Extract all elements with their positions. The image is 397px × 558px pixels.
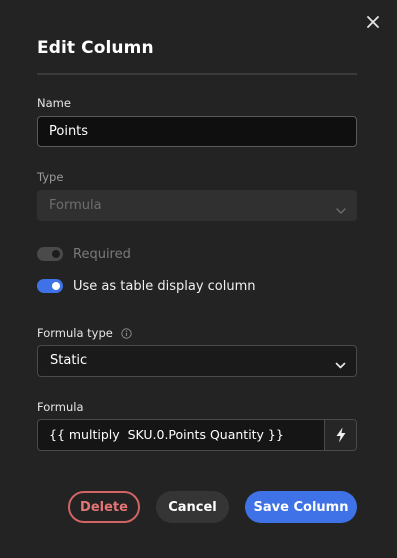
toggle-knob — [52, 250, 60, 258]
formula-type-label: Formula type — [37, 326, 113, 340]
type-select: Formula — [37, 190, 357, 221]
toggle-knob — [52, 282, 60, 290]
edit-column-dialog: Edit Column Name Type Formula Required U… — [0, 0, 397, 558]
formula-type-value: Static — [50, 353, 88, 368]
title-divider — [37, 73, 357, 75]
name-label: Name — [37, 96, 71, 110]
formula-type-label-row: Formula type — [37, 326, 132, 340]
required-toggle-label: Required — [73, 246, 131, 262]
chevron-down-icon — [335, 199, 347, 228]
type-label: Type — [37, 170, 64, 184]
required-toggle-row: Required — [37, 245, 131, 263]
formula-type-select[interactable]: Static — [37, 345, 357, 377]
info-icon[interactable] — [121, 327, 132, 339]
type-select-value: Formula — [49, 198, 102, 213]
cancel-button[interactable]: Cancel — [156, 491, 229, 523]
formula-label: Formula — [37, 400, 84, 414]
close-icon[interactable] — [364, 13, 382, 31]
name-input[interactable] — [37, 116, 357, 147]
display-column-toggle[interactable] — [37, 279, 63, 293]
display-column-toggle-label: Use as table display column — [73, 278, 256, 294]
chevron-down-icon — [334, 354, 347, 384]
save-column-button[interactable]: Save Column — [245, 491, 357, 523]
lightning-icon[interactable] — [324, 420, 356, 450]
formula-input[interactable]: {{ multiply SKU.0.Points Quantity }} — [38, 420, 324, 450]
delete-button[interactable]: Delete — [68, 491, 140, 523]
formula-field: {{ multiply SKU.0.Points Quantity }} — [37, 419, 357, 451]
dialog-title: Edit Column — [37, 38, 154, 58]
required-toggle — [37, 247, 63, 261]
display-column-toggle-row[interactable]: Use as table display column — [37, 277, 256, 295]
